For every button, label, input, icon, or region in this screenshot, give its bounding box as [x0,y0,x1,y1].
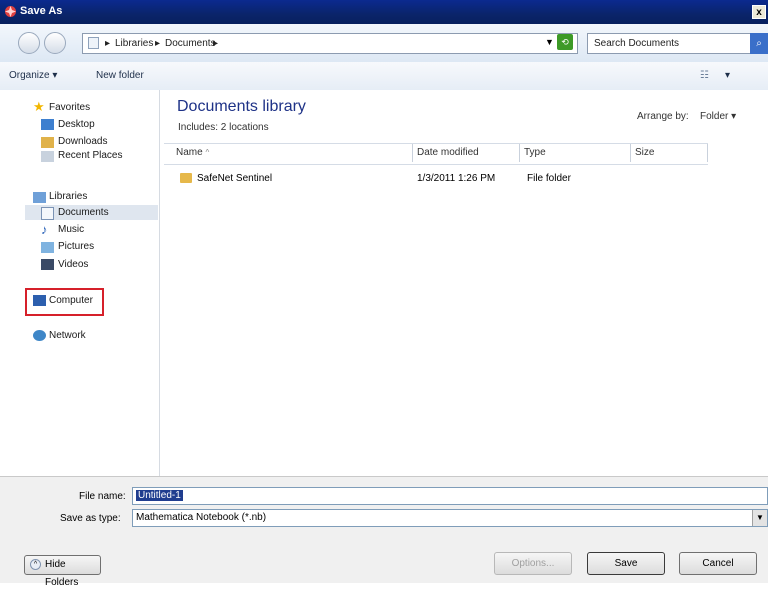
file-name-input[interactable]: Untitled-1 [132,487,768,505]
cancel-button[interactable]: Cancel [679,552,757,575]
organize-label: Organize [9,70,50,81]
breadcrumb-separator: ▸ [105,38,111,49]
view-dropdown-icon[interactable]: ▾ [725,70,730,81]
table-row[interactable]: SafeNet Sentinel 1/3/2011 1:26 PM File f… [164,170,708,187]
new-folder-button[interactable]: New folder [96,70,144,81]
column-type[interactable]: Type [520,144,631,162]
nav-computer[interactable]: Computer [49,295,93,306]
breadcrumb-separator: ▸ [213,38,219,49]
save-as-type-value: Mathematica Notebook (*.nb) [136,512,267,523]
nav-desktop[interactable]: Desktop [58,119,95,130]
row-name: SafeNet Sentinel [197,173,273,184]
nav-videos[interactable]: Videos [58,259,88,270]
pictures-icon [41,242,54,253]
address-bar[interactable]: ▸ Libraries ▸ Documents ▸ ▼ [82,33,578,54]
nav-libraries[interactable]: Libraries [49,191,87,202]
nav-downloads[interactable]: Downloads [58,136,107,147]
close-button[interactable]: x [752,5,766,19]
save-button[interactable]: Save [587,552,665,575]
nav-pictures[interactable]: Pictures [58,241,94,252]
hide-folders-label: Hide Folders [45,559,79,588]
column-name[interactable]: Name ^ [172,144,413,162]
arrange-by-dropdown[interactable]: Folder ▾ [700,111,736,122]
command-bar: Organize ▾ New folder ☷ ▾ ? [0,62,768,144]
nav-favorites[interactable]: Favorites [49,102,90,113]
documents-icon [41,207,54,220]
column-date-modified[interactable]: Date modified [413,144,520,162]
folder-icon [88,37,99,49]
column-size[interactable]: Size [631,144,708,162]
save-as-type-select[interactable]: Mathematica Notebook (*.nb) ▼ [132,509,768,527]
file-name-value: Untitled-1 [136,490,183,501]
computer-icon [33,295,46,306]
recent-places-icon [41,151,54,162]
library-title: Documents library [177,98,306,115]
title-bar: Save As x [0,0,768,24]
column-name-label: Name [176,147,203,158]
desktop-icon [41,119,54,130]
downloads-icon [41,137,54,148]
star-icon: ★ [33,99,45,114]
back-button[interactable] [18,32,40,54]
breadcrumb-libraries[interactable]: Libraries [115,38,153,49]
forward-button[interactable] [44,32,66,54]
address-dropdown-icon[interactable]: ▼ [545,37,554,47]
sort-indicator-icon: ^ [205,148,210,157]
row-date: 1/3/2011 1:26 PM [417,173,496,184]
videos-icon [41,259,54,270]
navigation-pane [0,90,160,476]
window-title: Save As [20,5,63,17]
chevron-down-icon[interactable]: ▼ [752,510,767,526]
nav-documents[interactable]: Documents [58,207,109,218]
arrange-by-label: Arrange by: [637,111,689,122]
library-includes[interactable]: Includes: 2 locations [178,122,269,133]
libraries-icon [33,192,46,203]
nav-music[interactable]: Music [58,224,84,235]
view-options-icon[interactable]: ☷ [700,70,709,81]
file-name-label: File name: [79,491,126,502]
folder-icon [180,173,192,183]
app-icon [4,5,17,18]
collapse-icon: ^ [30,559,41,570]
breadcrumb-separator: ▸ [155,38,161,49]
breadcrumb-documents[interactable]: Documents [165,38,216,49]
arrange-by-value: Folder [700,111,729,122]
organize-button[interactable]: Organize ▾ [9,70,57,81]
hide-folders-button[interactable]: ^ Hide Folders [24,555,101,588]
row-type: File folder [527,173,571,184]
refresh-icon[interactable]: ⟲ [557,34,573,50]
search-icon[interactable]: ⌕ [750,33,768,54]
options-button[interactable]: Options... [494,552,572,575]
nav-recent-places[interactable]: Recent Places [58,150,122,161]
save-as-type-label: Save as type: [60,513,121,524]
music-icon: ♪ [41,222,48,237]
network-icon [33,330,46,341]
search-input[interactable]: Search Documents [587,33,752,54]
nav-network[interactable]: Network [49,330,86,341]
